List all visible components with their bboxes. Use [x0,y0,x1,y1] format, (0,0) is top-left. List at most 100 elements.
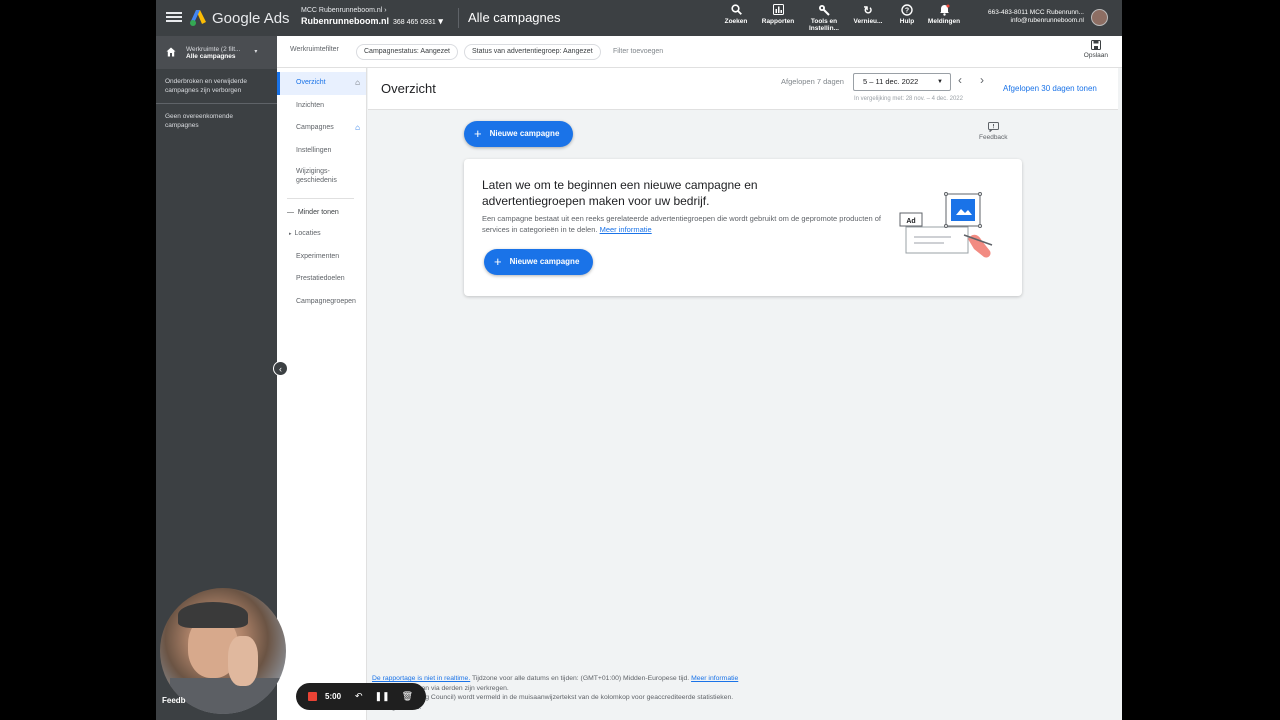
nav-label: Campagnegroepen [296,297,356,305]
filter-chip-campaign-status[interactable]: Campagnestatus: Aangezet [356,44,459,60]
workspace-name: Alle campagnes [186,52,236,60]
save-icon [1084,40,1108,52]
help-button[interactable]: ? Hulp [887,4,927,25]
top-bar: Google Ads MCC Rubenrunneboom.nl › Ruben… [156,0,1122,36]
divider [458,8,459,28]
show-less-toggle[interactable]: — Minder tonen [277,203,366,223]
divider [287,198,354,199]
svg-text:?: ? [905,8,909,15]
pause-icon[interactable]: ❚❚ [375,691,390,702]
page-heading: Overzicht [381,81,436,96]
nav-item-settings[interactable]: Instellingen [277,140,366,163]
no-matching-campaigns-note: Geen overeenkomende campagnes [165,113,233,129]
chevron-left-icon: ‹ [279,364,282,374]
nav-item-locations[interactable]: ▸ Locaties [277,223,366,246]
refresh-label: Vernieu... [853,18,883,25]
search-button[interactable]: Zoeken [716,4,756,25]
collapse-panel-button[interactable]: ‹ [273,361,288,376]
google-ads-logo[interactable]: Google Ads [190,8,290,28]
realtime-link[interactable]: De rapportage is niet in realtime. [372,675,470,682]
main-header: Overzicht Afgelopen 7 dagen 5 – 11 dec. … [368,68,1118,110]
chevron-right-icon: ▸ [289,231,292,237]
tools-button[interactable]: Tools en Instellin... [804,4,844,32]
user-customer-id: 663-483-8011 MCC Rubenrunn... [988,9,1084,16]
nav-item-campaigns[interactable]: Campagnes ⌂ [277,117,366,140]
avatar[interactable] [1091,9,1108,26]
learn-more-link[interactable]: Meer informatie [600,225,652,234]
add-filter-button[interactable]: Filter toevoegen [613,48,663,55]
search-icon [716,4,756,18]
refresh-button[interactable]: ↻ Vernieu... [848,4,888,25]
account-parent: MCC Rubenrunneboom.nl [301,7,383,14]
card-description: Een campagne bestaat uit een reeks gerel… [482,213,882,235]
save-label: Opslaan [1083,52,1108,59]
nav-label: Experimenten [296,252,340,260]
nav-item-overview[interactable]: Overzicht ⌂ [277,72,366,95]
page-title: Alle campagnes [468,10,561,25]
refresh-icon: ↻ [863,5,873,17]
nav-label: Campagnes [296,124,334,131]
workspace-filter-label: Werkruimtefilter [290,46,339,53]
workspace-filter-count: Werkruimte (2 filt... [186,45,241,53]
bell-icon [924,4,964,18]
filter-chip-adgroup-status[interactable]: Status van advertentiegroep: Aangezet [464,44,601,60]
timezone-text: Tijdzone voor alle datums en tijden: (GM… [470,675,690,682]
hamburger-menu-icon[interactable] [166,10,182,26]
account-name: Rubenrunneboom.nl [301,16,389,26]
nav-item-campaign-groups[interactable]: Campagnegroepen [277,291,366,314]
home-icon [166,47,176,59]
nav-label: Instellingen [296,146,332,154]
google-ads-app: Google Ads MCC Rubenrunneboom.nl › Ruben… [156,0,1122,720]
wrench-icon [804,4,844,18]
save-button[interactable]: Opslaan [1084,40,1108,59]
help-icon: ? [887,4,927,18]
nav-label: Wijzigings- geschiedenis [296,168,337,184]
undo-icon[interactable]: ↶ [355,691,363,702]
feedback-cut-label: Feedb [162,696,186,705]
feedback-button[interactable]: Feedback [979,122,1008,141]
previous-period-icon[interactable]: ‹ [958,73,962,87]
nav-item-insights[interactable]: Inzichten [277,95,366,118]
user-email: info@rubenrunneboom.nl [1010,17,1084,24]
nav-label: Inzichten [296,101,325,109]
nav-item-change-history[interactable]: Wijzigings- geschiedenis [277,162,366,194]
reports-button[interactable]: Rapporten [758,4,798,25]
date-range-picker[interactable]: 5 – 11 dec. 2022 ▼ [853,73,951,91]
google-ads-logo-icon [190,10,206,26]
nav-item-performance-goals[interactable]: Prestatiedoelen [277,268,366,291]
new-campaign-button[interactable]: + Nieuwe campagne [464,121,574,147]
new-campaign-card-button[interactable]: + Nieuwe campagne [484,249,594,275]
illustration-ad-label: Ad [906,218,915,225]
card-heading: Laten we om te beginnen een nieuwe campa… [482,178,758,208]
ad-illustration: Ad [899,192,993,258]
footer-mrc-text: ...tie (Media Rating Council) wordt verm… [372,694,734,701]
workspace-selector[interactable]: Werkruimte (2 filt... Alle campagnes ▾ [156,36,277,69]
search-label: Zoeken [724,18,748,25]
footer-learn-more-link[interactable]: Meer informatie [691,675,738,682]
home-icon: ⌂ [355,123,360,132]
card-body: Een campagne bestaat uit een reeks gerel… [482,214,882,234]
nav-item-experiments[interactable]: Experimenten [277,246,366,269]
stop-recording-icon[interactable] [308,692,317,701]
plus-icon: + [474,126,482,141]
compare-period: In vergelijking met: 28 nov. – 4 dec. 20… [854,96,963,102]
user-account-info[interactable]: 663-483-8011 MCC Rubenrunn... info@ruben… [988,9,1084,25]
get-started-card: Laten we om te beginnen een nieuwe campa… [464,159,1022,296]
footer-inventory-text: ...nventarisatie kan via derden zijn ver… [372,684,509,692]
notifications-button[interactable]: Meldingen [924,4,964,25]
show-30-days-link[interactable]: Afgelopen 30 dagen tonen [1003,84,1097,93]
feedback-label: Feedback [979,134,1008,141]
tools-label: Tools en Instellin... [809,18,839,32]
hidden-campaigns-note: Onderbroken en verwijderde campagnes zij… [165,78,248,94]
plus-icon: + [494,254,502,269]
period-label: Afgelopen 7 dagen [781,77,844,86]
next-period-icon[interactable]: › [980,73,984,87]
workspace-filter-bar: Werkruimtefilter Campagnestatus: Aangeze… [277,36,1122,68]
nav-label: Overzicht [296,79,326,86]
nav-label: Prestatiedoelen [296,275,345,282]
footer-copyright: © Google, 2022. [372,703,738,713]
feedback-icon [979,122,1008,134]
account-switcher[interactable]: MCC Rubenrunneboom.nl › Rubenrunneboom.n… [301,7,443,27]
notifications-label: Meldingen [927,18,961,25]
trash-icon[interactable]: 🗑 [402,691,413,702]
